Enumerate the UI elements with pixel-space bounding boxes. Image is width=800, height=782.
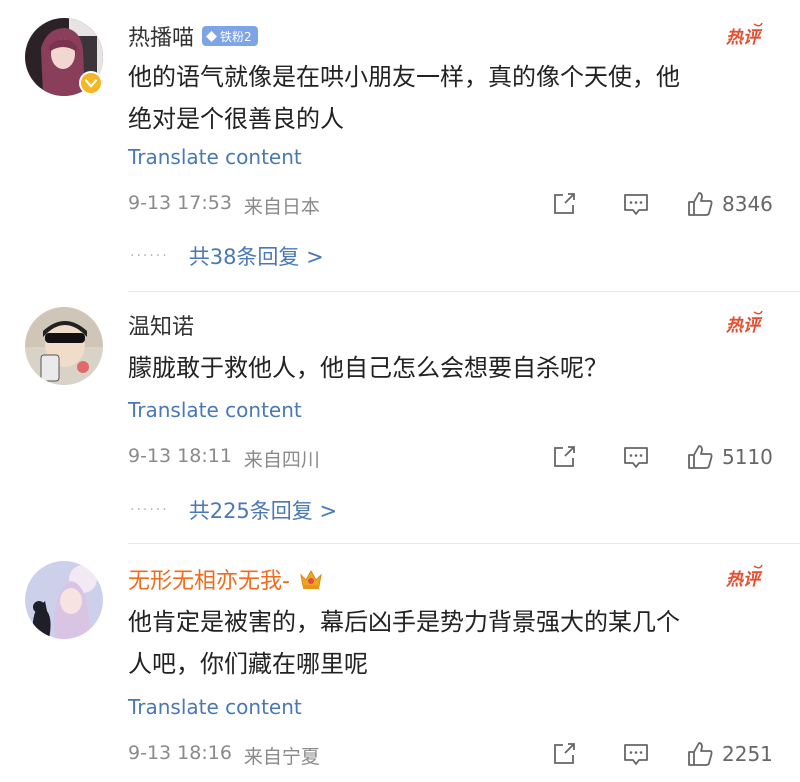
username[interactable]: 无形无相亦无我- [128,563,290,595]
name-row: 热播喵 铁粉2 [128,20,258,52]
comment-actions: 5110 [550,442,776,472]
avatar[interactable] [25,561,103,639]
like-count: 2251 [722,742,773,766]
hot-comment-tag: 热评 [725,564,763,590]
comment-text: 他肯定是被害的，幕后凶手是势力背景强大的某几个 人吧，你们藏在哪里呢 [128,601,768,685]
translate-link[interactable]: Translate content [128,398,302,422]
username[interactable]: 热播喵 [128,20,194,52]
hot-tag-text: 热评 [725,570,763,590]
hot-tag-text: 热评 [725,28,763,48]
like-count: 8346 [722,192,773,216]
translate-link[interactable]: Translate content [128,145,302,169]
comment-time: 9-13 18:16 [128,742,232,764]
comment-actions: 2251 [550,739,776,769]
comment-item: 无形无相亦无我- 热评 他肯定是被害的，幕后凶手是势力背景强大的某几个 人吧，你… [0,544,800,782]
replies-row[interactable]: ······ 共225条回复 > [130,495,337,525]
fan-badge: 铁粉2 [202,26,258,46]
share-icon[interactable] [550,443,578,471]
replies-row[interactable]: ······ 共38条回复 > [130,241,324,271]
comment-meta: 9-13 17:53 来自日本 [128,192,320,219]
comment-text-line: 绝对是个很善良的人 [128,105,344,133]
share-icon[interactable] [550,190,578,218]
avatar[interactable] [25,307,103,385]
comment-icon[interactable] [622,443,650,471]
comment-time: 9-13 17:53 [128,192,232,214]
username[interactable]: 温知诺 [128,309,194,341]
like-icon[interactable] [686,190,714,218]
comment-location: 来自宁夏 [243,746,320,768]
name-row: 温知诺 [128,309,194,341]
comment-item: 热播喵 铁粉2 热评 他的语气就像是在哄小朋友一样，真的像个天使，他 绝对是个很… [0,0,800,292]
like-icon[interactable] [686,443,714,471]
share-icon[interactable] [550,740,578,768]
comment-icon[interactable] [622,740,650,768]
comment-time: 9-13 18:11 [128,445,232,467]
like-count: 5110 [722,445,773,469]
comment-location: 来自日本 [243,196,320,218]
diamond-icon [206,30,218,42]
comment-text: 他的语气就像是在哄小朋友一样，真的像个天使，他 绝对是个很善良的人 [128,56,768,140]
dots-icon: ······ [130,502,169,518]
translate-link[interactable]: Translate content [128,695,302,719]
name-row: 无形无相亦无我- [128,563,324,595]
dots-icon: ······ [130,248,169,264]
comment-actions: 8346 [550,189,776,219]
hot-tag-text: 热评 [725,316,763,336]
comment-icon[interactable] [622,190,650,218]
comment-meta: 9-13 18:16 来自宁夏 [128,742,320,769]
comment-meta: 9-13 18:11 来自四川 [128,445,320,472]
crown-icon [300,569,322,589]
comment-text-line: 他肯定是被害的，幕后凶手是势力背景强大的某几个 [128,608,680,636]
comment-location: 来自四川 [243,449,320,471]
fan-badge-label: 铁粉2 [220,29,252,44]
comment-text-line: 朦胧敢于救他人，他自己怎么会想要自杀呢？ [128,354,608,382]
view-replies-link[interactable]: 共225条回复 > [189,495,337,525]
hot-comment-tag: 热评 [725,310,763,336]
verified-badge-icon [79,71,103,95]
comment-text: 朦胧敢于救他人，他自己怎么会想要自杀呢？ [128,347,768,389]
view-replies-link[interactable]: 共38条回复 > [189,241,324,271]
like-icon[interactable] [686,740,714,768]
hot-comment-tag: 热评 [725,22,763,48]
comment-text-line: 人吧，你们藏在哪里呢 [128,650,368,678]
comment-text-line: 他的语气就像是在哄小朋友一样，真的像个天使，他 [128,63,680,91]
comment-item: 温知诺 热评 朦胧敢于救他人，他自己怎么会想要自杀呢？ Translate co… [0,292,800,544]
